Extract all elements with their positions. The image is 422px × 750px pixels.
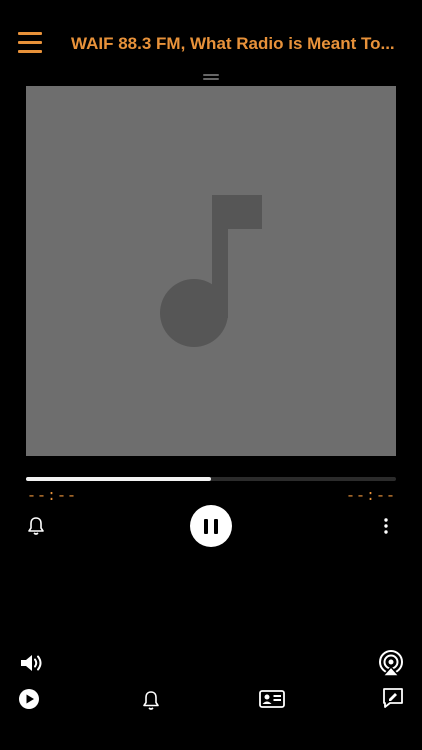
drag-handle[interactable] (203, 74, 219, 82)
play-button[interactable] (18, 688, 40, 710)
pause-icon-bar (214, 519, 218, 534)
progress-fill (26, 477, 211, 481)
more-vertical-icon (384, 518, 388, 534)
alarm-button[interactable] (26, 515, 46, 537)
contact-button[interactable] (259, 688, 285, 710)
station-title: WAIF 88.3 FM, What Radio is Meant To... (71, 34, 395, 53)
pause-icon (204, 519, 208, 534)
more-button[interactable] (378, 515, 394, 537)
volume-button[interactable] (19, 651, 45, 675)
speaker-icon (21, 655, 42, 671)
progress-bar[interactable] (26, 477, 396, 481)
hamburger-icon-line (18, 50, 42, 53)
music-note-icon (160, 195, 262, 347)
pause-button[interactable] (190, 505, 232, 547)
airplay-icon (379, 650, 403, 677)
album-artwork (26, 86, 396, 456)
note-edit-icon (383, 688, 403, 708)
contact-card-icon (259, 690, 285, 708)
hamburger-icon (18, 32, 42, 35)
menu-button[interactable] (18, 32, 42, 54)
alarm-tab-button[interactable] (140, 688, 162, 712)
note-button[interactable] (381, 686, 405, 710)
bell-icon (28, 517, 44, 535)
hamburger-icon-line (18, 41, 42, 44)
elapsed-time: --:-- (27, 488, 78, 505)
bell-icon (143, 690, 159, 710)
play-icon (19, 689, 39, 709)
airplay-button[interactable] (377, 649, 405, 677)
remaining-time: --:-- (345, 488, 396, 505)
